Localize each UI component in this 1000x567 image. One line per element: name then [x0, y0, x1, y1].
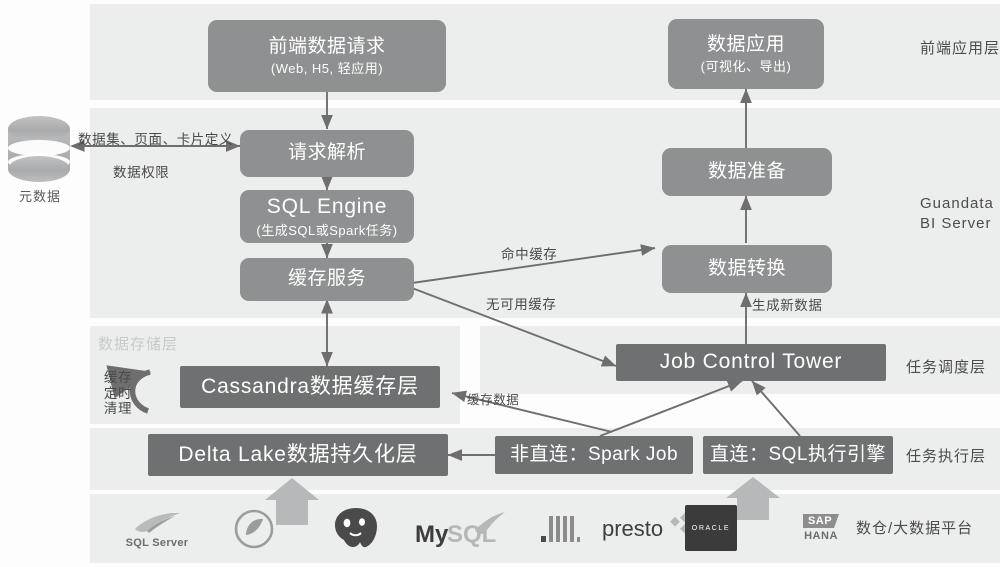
edge-label-no-cache: 无可用缓存: [486, 297, 557, 312]
node-frontend-request-subtitle: (Web, H5, 轻应用): [270, 61, 384, 77]
metadata-store-cylinder: [8, 116, 70, 182]
metadata-store-label: 元数据: [18, 189, 61, 204]
connector-layer: [70, 88, 801, 525]
node-data-prepare[interactable]: 数据准备: [662, 148, 832, 196]
layer-caption-execution: 任务执行层: [906, 448, 987, 465]
edge-label-new-data: 生成新数据: [752, 298, 823, 313]
node-data-transform-title: 数据转换: [707, 257, 786, 279]
node-cassandra-cache[interactable]: Cassandra数据缓存层: [180, 366, 440, 408]
svg-text:presto: presto: [602, 516, 663, 541]
architecture-diagram: 元数据 数据集、页面、卡片定义 数据权限 命中缓存 无可用缓存 生成新数据 缓存…: [0, 0, 1000, 567]
sap-logo-mark: SAP: [802, 514, 840, 528]
node-data-application[interactable]: 数据应用 (可视化、导出): [668, 19, 824, 89]
logo-oracle: ORACLE: [685, 504, 737, 552]
logo-mysql: My SQL: [410, 503, 520, 555]
node-sql-engine-title: SQL Engine: [266, 194, 388, 218]
node-data-application-title: 数据应用: [706, 33, 785, 55]
sqlserver-icon: [135, 512, 180, 533]
edge-label-cache-cleanup: 缓存 定时 清理: [103, 370, 133, 417]
storage-layer-ghost-caption: 数据存储层: [98, 336, 179, 353]
logo-greenplum: [212, 500, 296, 558]
logo-sap-hana: SAP HANA: [785, 503, 857, 553]
layer-caption-scheduling: 任务调度层: [906, 359, 987, 376]
node-sql-engine-subtitle: (生成SQL或Spark任务): [256, 222, 398, 238]
greenplum-icon: [234, 509, 274, 549]
node-data-prepare-title: 数据准备: [707, 160, 786, 182]
node-job-control-tower-title: Job Control Tower: [659, 350, 843, 374]
node-cache-service[interactable]: 缓存服务: [240, 258, 414, 301]
node-data-transform[interactable]: 数据转换: [662, 245, 832, 293]
logo-vertica: [530, 505, 590, 551]
node-spark-job-title: 非直连：Spark Job: [509, 443, 679, 465]
mysql-icon: My SQL: [415, 512, 505, 548]
layer-caption-datasource: 数仓/大数据平台: [856, 520, 974, 537]
node-job-control-tower[interactable]: Job Control Tower: [616, 344, 886, 381]
hana-logo-text: HANA: [804, 530, 838, 542]
edge-label-cache-hit: 命中缓存: [501, 247, 558, 262]
node-cassandra-cache-title: Cassandra数据缓存层: [201, 374, 419, 398]
edge-label-data-permission: 数据权限: [113, 165, 170, 180]
edge-label-dataset-definition: 数据集、页面、卡片定义: [78, 132, 234, 147]
layer-caption-frontend: 前端应用层: [920, 40, 1000, 57]
node-spark-job[interactable]: 非直连：Spark Job: [495, 436, 693, 474]
logo-oracle-label: ORACLE: [691, 524, 731, 532]
node-delta-lake[interactable]: Delta Lake数据持久化层: [148, 434, 448, 476]
node-delta-lake-title: Delta Lake数据持久化层: [178, 442, 418, 466]
node-sql-exec-engine[interactable]: 直连：SQL执行引擎: [703, 436, 893, 474]
node-request-parse[interactable]: 请求解析: [240, 130, 414, 177]
logo-sqlserver-label: SQL Server: [125, 536, 189, 549]
edge-label-cache-data: 缓存数据: [467, 393, 520, 407]
svg-text:My: My: [415, 521, 449, 548]
node-request-parse-title: 请求解析: [287, 142, 366, 164]
node-cache-service-title: 缓存服务: [287, 268, 366, 290]
node-frontend-request[interactable]: 前端数据请求 (Web, H5, 轻应用): [208, 20, 446, 92]
layer-caption-bi-server: Guandata BI Server: [920, 195, 994, 233]
logo-sqlserver: SQL Server: [113, 500, 201, 558]
node-frontend-request-title: 前端数据请求: [268, 35, 386, 57]
vertica-icon: [540, 514, 580, 542]
sap-hana-icon: SAP HANA: [802, 514, 840, 542]
oracle-icon: ORACLE: [685, 505, 737, 551]
node-data-application-subtitle: (可视化、导出): [700, 59, 792, 75]
postgresql-icon: [335, 508, 377, 548]
node-sql-exec-engine-title: 直连：SQL执行引擎: [709, 443, 887, 465]
node-sql-engine[interactable]: SQL Engine (生成SQL或Spark任务): [240, 190, 414, 243]
logo-postgresql: [312, 498, 400, 558]
